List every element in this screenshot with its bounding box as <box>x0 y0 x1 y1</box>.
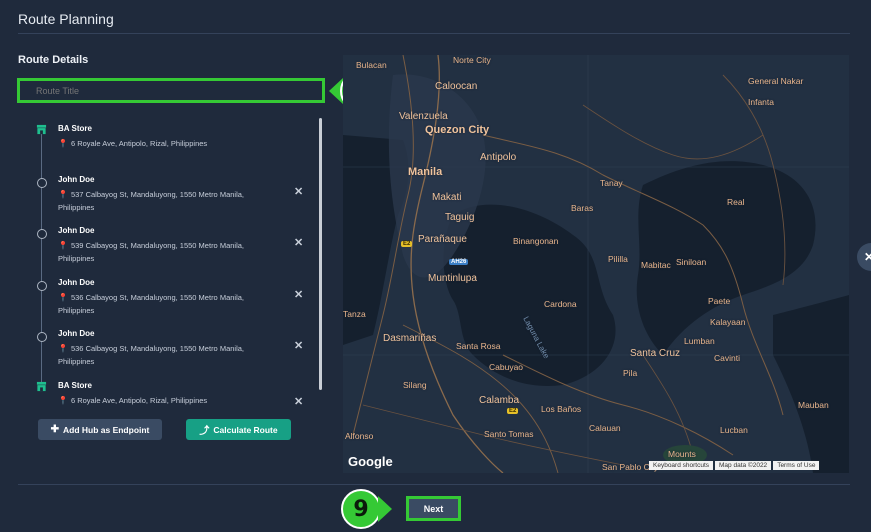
highway-shield-e2: E2 <box>401 241 413 247</box>
map-data-attribution: Map data ©2022 <box>715 461 772 470</box>
map-label: Muntinlupa <box>428 273 477 284</box>
map-label: Tanay <box>600 178 623 188</box>
next-button[interactable]: Next <box>409 499 458 518</box>
map-label: Real <box>727 197 745 207</box>
map-label: Cabuyao <box>489 362 524 372</box>
map-label: Alfonso <box>345 431 374 441</box>
waypoint-circle-icon <box>37 178 47 188</box>
next-highlight: Next <box>406 496 461 521</box>
map-label: Lumban <box>684 336 715 346</box>
map-label: Siniloan <box>676 257 707 267</box>
map-label: Calamba <box>479 395 520 406</box>
location-pin-icon: 📍 <box>58 139 68 148</box>
store-icon <box>36 381 47 392</box>
route-title-input[interactable] <box>20 81 322 101</box>
page-title: Route Planning <box>18 11 114 27</box>
route-timeline-line <box>41 132 42 384</box>
location-pin-icon: 📍 <box>58 396 68 405</box>
location-pin-icon: 📍 <box>58 190 68 199</box>
highway-shield-ah26: AH26 <box>449 259 469 265</box>
stop-name: John Doe <box>58 226 95 235</box>
remove-stop-icon[interactable]: ✕ <box>294 339 303 352</box>
map-label: Makati <box>432 192 462 203</box>
map-label: Calauan <box>589 423 621 433</box>
stop-address: 📍 6 Royale Ave, Antipolo, Rizal, Philippi… <box>58 396 208 405</box>
plus-icon: ✚ <box>50 424 59 435</box>
route-icon: ⤴ <box>199 426 210 437</box>
map-label: General Nakar <box>748 76 804 86</box>
map-label: Santa Rosa <box>456 341 501 351</box>
map-label: Infanta <box>748 97 774 107</box>
map-label: Caloocan <box>435 81 478 92</box>
map-label: Pila <box>623 368 638 378</box>
stop-address: 📍 536 Calbayog St, Mandaluyong, 1550 Metr… <box>58 344 244 366</box>
step-9-callout: 9 <box>341 489 392 529</box>
stop-name: John Doe <box>58 175 95 184</box>
remove-stop-icon[interactable]: ✕ <box>294 185 303 198</box>
map-label: Binangonan <box>513 236 559 246</box>
map-label: Kalayaan <box>710 317 746 327</box>
map-label: Norte City <box>453 55 491 65</box>
map-label: Parañaque <box>418 234 467 245</box>
location-pin-icon: 📍 <box>58 293 68 302</box>
map-label: Santa Cruz <box>630 348 681 359</box>
map-label: Mauban <box>798 400 829 410</box>
stop-name: John Doe <box>58 329 95 338</box>
map-label: Taguig <box>445 212 475 223</box>
calculate-route-button[interactable]: ⤴ Calculate Route <box>186 419 291 440</box>
waypoint-circle-icon <box>37 281 47 291</box>
map-label: Santo Tomas <box>484 429 534 439</box>
map-label: Mabitac <box>641 260 671 270</box>
stop-address: 📍 6 Royale Ave, Antipolo, Rizal, Philippi… <box>58 139 208 148</box>
waypoint-circle-icon <box>37 229 47 239</box>
remove-stop-icon[interactable]: ✕ <box>294 395 303 408</box>
map-label: Valenzuela <box>399 111 448 122</box>
stop-address: 📍 539 Calbayog St, Mandaluyong, 1550 Metr… <box>58 241 244 263</box>
remove-stop-icon[interactable]: ✕ <box>294 236 303 249</box>
route-details-heading: Route Details <box>18 54 89 66</box>
stop-address: 📍 536 Calbayog St, Mandaluyong, 1550 Metr… <box>58 293 244 315</box>
step-9-badge: 9 <box>341 489 381 529</box>
remove-stop-icon[interactable]: ✕ <box>294 288 303 301</box>
map-label: Paete <box>708 296 731 306</box>
callout-pointer <box>378 496 392 522</box>
map-label: Los Baños <box>541 404 582 414</box>
map-label: Silang <box>403 380 427 390</box>
map-label: Bulacan <box>356 60 387 70</box>
location-pin-icon: 📍 <box>58 344 68 353</box>
location-pin-icon: 📍 <box>58 241 68 250</box>
stop-name: BA Store <box>58 124 92 133</box>
add-hub-endpoint-button[interactable]: ✚ Add Hub as Endpoint <box>38 419 162 440</box>
header-divider <box>18 33 850 34</box>
waypoint-circle-icon <box>37 332 47 342</box>
google-logo: Google <box>348 454 393 469</box>
map-label: Manila <box>408 166 443 178</box>
map-label: Tanza <box>343 309 366 319</box>
stop-name: BA Store <box>58 381 92 390</box>
map-label: Quezon City <box>425 124 490 136</box>
map-label: Mounts <box>668 449 696 459</box>
close-icon[interactable]: ✕ <box>857 243 871 271</box>
map-label: Cavinti <box>714 353 740 363</box>
map-label: Pililla <box>608 254 628 264</box>
map-footer: Keyboard shortcuts Map data ©2022 Terms … <box>649 461 820 470</box>
route-map[interactable]: Bulacan Norte City Caloocan Valenzuela Q… <box>343 55 849 473</box>
route-title-highlight <box>17 78 325 103</box>
map-label: Lucban <box>720 425 748 435</box>
map-label: Antipolo <box>480 152 517 163</box>
keyboard-shortcuts-link[interactable]: Keyboard shortcuts <box>649 461 714 470</box>
footer-divider <box>18 484 850 485</box>
highway-shield-e2: E2 <box>507 408 519 414</box>
store-icon <box>36 124 47 135</box>
map-label: Baras <box>571 203 594 213</box>
map-label: Dasmariñas <box>383 333 437 344</box>
terms-of-use-link[interactable]: Terms of Use <box>773 461 820 470</box>
stops-scrollbar[interactable] <box>319 118 322 390</box>
map-label: Cardona <box>544 299 577 309</box>
stop-address: 📍 537 Calbayog St, Mandaluyong, 1550 Metr… <box>58 190 244 212</box>
stop-name: John Doe <box>58 278 95 287</box>
